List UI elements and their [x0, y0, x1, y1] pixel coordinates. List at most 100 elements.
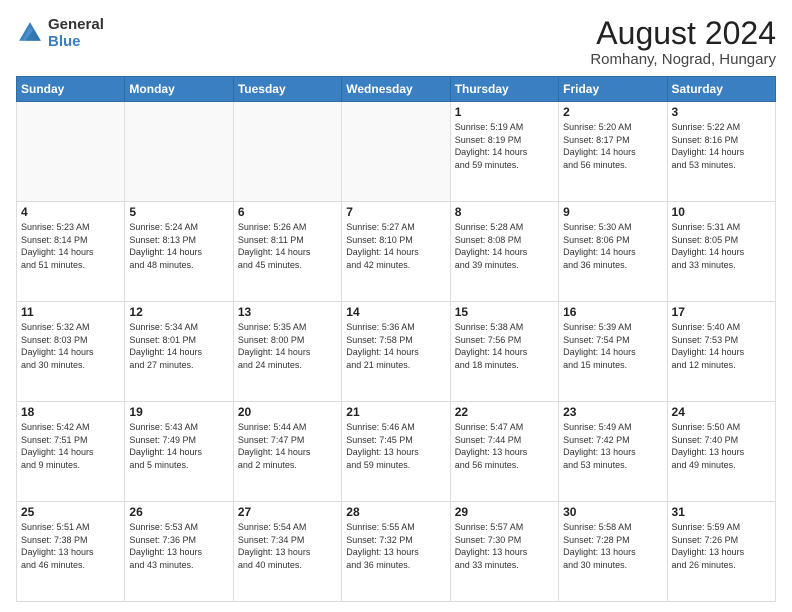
calendar-cell: 28 Sunrise: 5:55 AM Sunset: 7:32 PM Dayli…	[342, 502, 450, 602]
day-number: 27	[238, 505, 337, 519]
day-number: 1	[455, 105, 554, 119]
day-number: 22	[455, 405, 554, 419]
logo: General Blue	[16, 16, 104, 50]
day-info: Sunrise: 5:58 AM Sunset: 7:28 PM Dayligh…	[563, 521, 662, 571]
calendar-cell: 6Sunrise: 5:26 AM Sunset: 8:11 PM Daylig…	[233, 202, 341, 302]
day-number: 21	[346, 405, 445, 419]
weekday-header-friday: Friday	[559, 77, 667, 102]
calendar-cell: 18 Sunrise: 5:42 AM Sunset: 7:51 PM Dayli…	[17, 402, 125, 502]
calendar-cell: 8 Sunrise: 5:28 AM Sunset: 8:08 PM Daylig…	[450, 202, 558, 302]
day-info: Sunrise: 5:49 AM Sunset: 7:42 PM Dayligh…	[563, 421, 662, 471]
calendar-cell: 22 Sunrise: 5:47 AM Sunset: 7:44 PM Dayli…	[450, 402, 558, 502]
calendar-cell: 1 Sunrise: 5:19 AM Sunset: 8:19 PM Daylig…	[450, 102, 558, 202]
day-info: Sunrise: 5:30 AM Sunset: 8:06 PM Dayligh…	[563, 221, 662, 271]
calendar-cell: 9 Sunrise: 5:30 AM Sunset: 8:06 PM Daylig…	[559, 202, 667, 302]
day-info: Sunrise: 5:47 AM Sunset: 7:44 PM Dayligh…	[455, 421, 554, 471]
calendar-cell: 14 Sunrise: 5:36 AM Sunset: 7:58 PM Dayli…	[342, 302, 450, 402]
day-info: Sunrise: 5:50 AM Sunset: 7:40 PM Dayligh…	[672, 421, 771, 471]
calendar-week-4: 18 Sunrise: 5:42 AM Sunset: 7:51 PM Dayli…	[17, 402, 776, 502]
day-info: Sunrise: 5:53 AM Sunset: 7:36 PM Dayligh…	[129, 521, 228, 571]
day-number: 8	[455, 205, 554, 219]
subtitle: Romhany, Nograd, Hungary	[590, 51, 776, 68]
weekday-header-tuesday: Tuesday	[233, 77, 341, 102]
day-info: Sunrise: 5:22 AM Sunset: 8:16 PM Dayligh…	[672, 121, 771, 171]
day-number: 9	[563, 205, 662, 219]
day-info: Sunrise: 5:57 AM Sunset: 7:30 PM Dayligh…	[455, 521, 554, 571]
day-info: Sunrise: 5:19 AM Sunset: 8:19 PM Dayligh…	[455, 121, 554, 171]
day-number: 11	[21, 305, 120, 319]
day-number: 31	[672, 505, 771, 519]
calendar-cell: 19Sunrise: 5:43 AM Sunset: 7:49 PM Dayli…	[125, 402, 233, 502]
day-info: Sunrise: 5:51 AM Sunset: 7:38 PM Dayligh…	[21, 521, 120, 571]
day-number: 12	[129, 305, 228, 319]
calendar-cell: 27 Sunrise: 5:54 AM Sunset: 7:34 PM Dayli…	[233, 502, 341, 602]
day-number: 19	[129, 405, 228, 419]
weekday-header-row: SundayMondayTuesdayWednesdayThursdayFrid…	[17, 77, 776, 102]
logo-text: General Blue	[48, 16, 104, 50]
title-block: August 2024 Romhany, Nograd, Hungary	[590, 16, 776, 68]
weekday-header-sunday: Sunday	[17, 77, 125, 102]
weekday-header-monday: Monday	[125, 77, 233, 102]
day-number: 28	[346, 505, 445, 519]
day-number: 3	[672, 105, 771, 119]
day-number: 30	[563, 505, 662, 519]
day-info: Sunrise: 5:38 AM Sunset: 7:56 PM Dayligh…	[455, 321, 554, 371]
calendar-week-2: 4Sunrise: 5:23 AM Sunset: 8:14 PM Daylig…	[17, 202, 776, 302]
day-info: Sunrise: 5:54 AM Sunset: 7:34 PM Dayligh…	[238, 521, 337, 571]
calendar-body: 1 Sunrise: 5:19 AM Sunset: 8:19 PM Daylig…	[17, 102, 776, 602]
day-number: 7	[346, 205, 445, 219]
day-number: 23	[563, 405, 662, 419]
day-number: 10	[672, 205, 771, 219]
day-number: 2	[563, 105, 662, 119]
page: General Blue August 2024 Romhany, Nograd…	[0, 0, 792, 612]
calendar-cell: 3 Sunrise: 5:22 AM Sunset: 8:16 PM Daylig…	[667, 102, 775, 202]
day-number: 17	[672, 305, 771, 319]
calendar-cell: 25 Sunrise: 5:51 AM Sunset: 7:38 PM Dayli…	[17, 502, 125, 602]
day-info: Sunrise: 5:40 AM Sunset: 7:53 PM Dayligh…	[672, 321, 771, 371]
header: General Blue August 2024 Romhany, Nograd…	[16, 16, 776, 68]
calendar-cell	[233, 102, 341, 202]
day-number: 29	[455, 505, 554, 519]
calendar-cell: 16Sunrise: 5:39 AM Sunset: 7:54 PM Dayli…	[559, 302, 667, 402]
day-number: 25	[21, 505, 120, 519]
day-number: 24	[672, 405, 771, 419]
calendar-header: SundayMondayTuesdayWednesdayThursdayFrid…	[17, 77, 776, 102]
calendar-cell	[17, 102, 125, 202]
calendar-cell: 5 Sunrise: 5:24 AM Sunset: 8:13 PM Daylig…	[125, 202, 233, 302]
day-number: 6	[238, 205, 337, 219]
day-number: 18	[21, 405, 120, 419]
calendar-week-1: 1 Sunrise: 5:19 AM Sunset: 8:19 PM Daylig…	[17, 102, 776, 202]
day-number: 15	[455, 305, 554, 319]
calendar-cell	[125, 102, 233, 202]
day-info: Sunrise: 5:39 AM Sunset: 7:54 PM Dayligh…	[563, 321, 662, 371]
calendar-cell: 30 Sunrise: 5:58 AM Sunset: 7:28 PM Dayli…	[559, 502, 667, 602]
day-number: 14	[346, 305, 445, 319]
calendar-cell: 26Sunrise: 5:53 AM Sunset: 7:36 PM Dayli…	[125, 502, 233, 602]
day-info: Sunrise: 5:46 AM Sunset: 7:45 PM Dayligh…	[346, 421, 445, 471]
day-info: Sunrise: 5:55 AM Sunset: 7:32 PM Dayligh…	[346, 521, 445, 571]
calendar-cell: 20Sunrise: 5:44 AM Sunset: 7:47 PM Dayli…	[233, 402, 341, 502]
day-info: Sunrise: 5:20 AM Sunset: 8:17 PM Dayligh…	[563, 121, 662, 171]
day-info: Sunrise: 5:23 AM Sunset: 8:14 PM Dayligh…	[21, 221, 120, 271]
main-title: August 2024	[590, 16, 776, 51]
day-number: 5	[129, 205, 228, 219]
calendar-table: SundayMondayTuesdayWednesdayThursdayFrid…	[16, 76, 776, 602]
day-info: Sunrise: 5:28 AM Sunset: 8:08 PM Dayligh…	[455, 221, 554, 271]
day-info: Sunrise: 5:59 AM Sunset: 7:26 PM Dayligh…	[672, 521, 771, 571]
calendar-cell	[342, 102, 450, 202]
day-info: Sunrise: 5:36 AM Sunset: 7:58 PM Dayligh…	[346, 321, 445, 371]
calendar-cell: 21 Sunrise: 5:46 AM Sunset: 7:45 PM Dayli…	[342, 402, 450, 502]
calendar-cell: 10 Sunrise: 5:31 AM Sunset: 8:05 PM Dayli…	[667, 202, 775, 302]
calendar-cell: 7 Sunrise: 5:27 AM Sunset: 8:10 PM Daylig…	[342, 202, 450, 302]
logo-icon	[16, 19, 44, 47]
calendar-cell: 29 Sunrise: 5:57 AM Sunset: 7:30 PM Dayli…	[450, 502, 558, 602]
day-info: Sunrise: 5:42 AM Sunset: 7:51 PM Dayligh…	[21, 421, 120, 471]
calendar-week-5: 25 Sunrise: 5:51 AM Sunset: 7:38 PM Dayli…	[17, 502, 776, 602]
day-info: Sunrise: 5:27 AM Sunset: 8:10 PM Dayligh…	[346, 221, 445, 271]
day-info: Sunrise: 5:24 AM Sunset: 8:13 PM Dayligh…	[129, 221, 228, 271]
calendar-cell: 24 Sunrise: 5:50 AM Sunset: 7:40 PM Dayli…	[667, 402, 775, 502]
calendar-week-3: 11Sunrise: 5:32 AM Sunset: 8:03 PM Dayli…	[17, 302, 776, 402]
day-info: Sunrise: 5:31 AM Sunset: 8:05 PM Dayligh…	[672, 221, 771, 271]
calendar-cell: 2 Sunrise: 5:20 AM Sunset: 8:17 PM Daylig…	[559, 102, 667, 202]
calendar-cell: 4Sunrise: 5:23 AM Sunset: 8:14 PM Daylig…	[17, 202, 125, 302]
